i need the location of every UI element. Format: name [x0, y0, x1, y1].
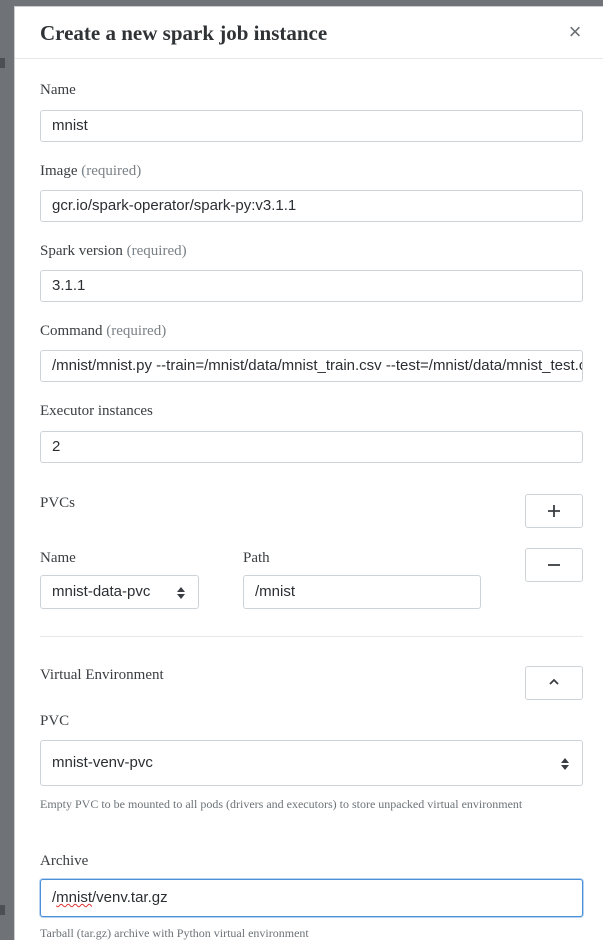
close-icon[interactable]: × [564, 21, 586, 43]
required-marker: (required) [81, 163, 142, 179]
minus-icon [548, 564, 560, 566]
venv-pvc-select-value: mnist-venv-pvc [52, 754, 153, 771]
venv-pvc-help: Empty PVC to be mounted to all pods (dri… [40, 797, 523, 811]
archive-label-text: Archive [40, 853, 89, 869]
command-label: Command (required) [40, 323, 166, 340]
pvcs-label-text: PVCs [40, 495, 76, 511]
command-label-text: Command [40, 323, 103, 339]
command-input[interactable]: /mnist/mnist.py --train=/mnist/data/mnis… [40, 350, 583, 382]
remove-pvc-button[interactable] [525, 548, 583, 582]
create-spark-job-modal: Create a new spark job instance × Name m… [14, 6, 603, 940]
modal-header: Create a new spark job instance × [15, 7, 603, 59]
name-input[interactable]: mnist [40, 110, 583, 142]
image-label-text: Image [40, 163, 78, 179]
venv-pvc-label-text: PVC [40, 713, 70, 729]
modal-title: Create a new spark job instance [40, 21, 328, 45]
virtual-environment-label: Virtual Environment [40, 667, 164, 684]
sort-caret-icon [177, 587, 185, 599]
archive-input[interactable]: /mnist/venv.tar.gz [40, 879, 583, 917]
archive-value-rest: /venv.tar.gz [92, 889, 168, 906]
pvc-path-label-text: Path [243, 550, 270, 566]
required-marker: (required) [126, 243, 187, 259]
image-label: Image (required) [40, 163, 141, 180]
pvcs-label: PVCs [40, 495, 75, 512]
pvc-name-select-value: mnist-data-pvc [52, 583, 151, 600]
image-input[interactable]: gcr.io/spark-operator/spark-py:v3.1.1 [40, 190, 583, 222]
archive-help: Tarball (tar.gz) archive with Python vir… [40, 926, 309, 940]
pvc-name-select[interactable]: mnist-data-pvc [40, 575, 199, 609]
add-pvc-button[interactable] [525, 494, 583, 528]
executor-instances-label-text: Executor instances [40, 403, 153, 419]
backdrop [0, 0, 12, 940]
spark-version-label: Spark version (required) [40, 243, 187, 260]
executor-instances-label: Executor instances [40, 403, 153, 420]
archive-label: Archive [40, 853, 88, 870]
name-label-text: Name [40, 82, 76, 98]
venv-pvc-label: PVC [40, 713, 69, 730]
spellcheck-word: mnist [56, 889, 93, 906]
pvc-path-label: Path [243, 550, 270, 567]
pvc-name-label-text: Name [40, 550, 76, 566]
section-divider [40, 636, 583, 637]
executor-instances-input[interactable]: 2 [40, 431, 583, 463]
virtual-environment-label-text: Virtual Environment [40, 667, 164, 683]
backdrop-mark [0, 905, 5, 915]
pvc-name-label: Name [40, 550, 76, 567]
sort-caret-icon [561, 758, 569, 770]
name-label: Name [40, 82, 76, 99]
backdrop-mark [0, 58, 5, 68]
spark-version-label-text: Spark version [40, 243, 123, 259]
chevron-up-icon [549, 678, 559, 685]
pvc-path-input[interactable]: /mnist [243, 575, 481, 609]
spark-version-input[interactable]: 3.1.1 [40, 270, 583, 302]
venv-pvc-select[interactable]: mnist-venv-pvc [40, 740, 583, 786]
plus-icon [548, 505, 560, 517]
required-marker: (required) [106, 323, 167, 339]
collapse-venv-button[interactable] [525, 666, 583, 700]
